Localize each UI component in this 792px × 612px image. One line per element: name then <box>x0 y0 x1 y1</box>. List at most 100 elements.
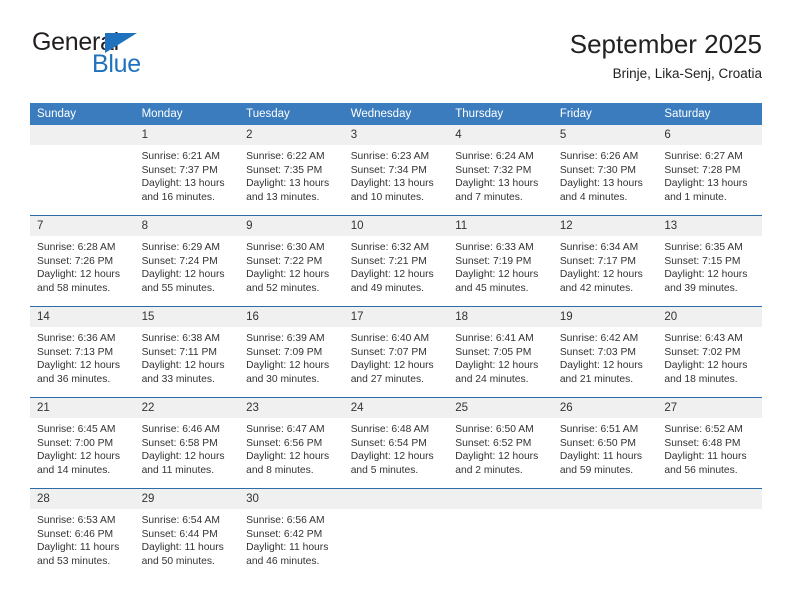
day-number: 12 <box>552 216 658 236</box>
daylight-text-line1: Daylight: 11 hours <box>559 451 643 463</box>
calendar-day-cell[interactable]: 3 Sunrise: 6:23 AM Sunset: 7:34 PM Daylight… <box>343 125 449 216</box>
daylight-text-line1: Daylight: 13 hours <box>141 178 225 190</box>
brand-logo[interactable]: General Blue <box>30 28 290 88</box>
weekday-header-monday: Monday <box>134 103 240 125</box>
sunrise-text: Sunrise: 6:33 AM <box>455 242 534 253</box>
day-number: 19 <box>552 307 658 327</box>
day-details: Sunrise: 6:52 AM Sunset: 6:48 PM Daylight:… <box>657 418 762 477</box>
weekday-header-tuesday: Tuesday <box>239 103 344 125</box>
sunrise-text: Sunrise: 6:21 AM <box>141 151 220 162</box>
calendar-day-cell[interactable]: 4 Sunrise: 6:24 AM Sunset: 7:32 PM Daylight… <box>448 125 553 216</box>
day-details: Sunrise: 6:42 AM Sunset: 7:03 PM Daylight:… <box>553 327 658 386</box>
day-details: Sunrise: 6:33 AM Sunset: 7:19 PM Daylight:… <box>448 236 553 295</box>
calendar-day-cell[interactable]: 25 Sunrise: 6:50 AM Sunset: 6:52 PM Dayligh… <box>448 397 553 489</box>
calendar-day-cell[interactable]: 18 Sunrise: 6:41 AM Sunset: 7:05 PM Dayligh… <box>448 306 553 398</box>
sunrise-text: Sunrise: 6:56 AM <box>246 515 325 526</box>
day-number: 21 <box>30 398 135 418</box>
calendar-day-cell[interactable]: 26 Sunrise: 6:51 AM Sunset: 6:50 PM Dayligh… <box>552 397 658 489</box>
daylight-text-line1: Daylight: 12 hours <box>350 269 434 281</box>
sunset-text: Sunset: 6:54 PM <box>350 437 427 449</box>
day-details: Sunrise: 6:34 AM Sunset: 7:17 PM Daylight:… <box>553 236 658 295</box>
calendar-day-cell[interactable]: 13 Sunrise: 6:35 AM Sunset: 7:15 PM Dayligh… <box>657 215 762 307</box>
day-number: 17 <box>343 307 449 327</box>
day-number <box>343 489 449 509</box>
daylight-text-line1: Daylight: 12 hours <box>141 451 225 463</box>
daylight-text-line1: Daylight: 12 hours <box>664 360 748 372</box>
calendar-day-cell[interactable]: 5 Sunrise: 6:26 AM Sunset: 7:30 PM Daylight… <box>552 125 658 216</box>
daylight-text-line1: Daylight: 12 hours <box>141 269 225 281</box>
sunset-text: Sunset: 7:17 PM <box>559 255 636 267</box>
sunrise-text: Sunrise: 6:51 AM <box>559 424 639 435</box>
daylight-text-line2: and 16 minutes. <box>141 191 215 203</box>
day-number: 3 <box>343 125 449 145</box>
daylight-text-line1: Daylight: 12 hours <box>37 269 120 281</box>
calendar-day-cell[interactable]: 20 Sunrise: 6:43 AM Sunset: 7:02 PM Dayligh… <box>657 306 762 398</box>
day-number: 24 <box>343 398 449 418</box>
calendar-day-cell[interactable]: 9 Sunrise: 6:30 AM Sunset: 7:22 PM Daylight… <box>239 215 344 307</box>
sunrise-text: Sunrise: 6:23 AM <box>350 151 430 162</box>
calendar-day-cell[interactable]: 14 Sunrise: 6:36 AM Sunset: 7:13 PM Dayligh… <box>30 306 135 398</box>
daylight-text-line1: Daylight: 12 hours <box>246 451 330 463</box>
day-number: 10 <box>343 216 449 236</box>
sunset-text: Sunset: 7:09 PM <box>246 346 323 358</box>
calendar-day-cell[interactable]: 27 Sunrise: 6:52 AM Sunset: 6:48 PM Dayligh… <box>657 397 762 489</box>
calendar-day-cell[interactable]: 24 Sunrise: 6:48 AM Sunset: 6:54 PM Dayligh… <box>343 397 449 489</box>
day-details: Sunrise: 6:28 AM Sunset: 7:26 PM Daylight:… <box>30 236 135 295</box>
calendar-day-cell[interactable]: 8 Sunrise: 6:29 AM Sunset: 7:24 PM Daylight… <box>134 215 240 307</box>
calendar-day-cell[interactable]: 22 Sunrise: 6:46 AM Sunset: 6:58 PM Dayligh… <box>134 397 240 489</box>
day-number: 27 <box>657 398 762 418</box>
sunrise-text: Sunrise: 6:41 AM <box>455 333 534 344</box>
calendar-day-cell-empty <box>448 488 553 579</box>
day-details: Sunrise: 6:43 AM Sunset: 7:02 PM Daylight:… <box>657 327 762 386</box>
calendar-day-cell[interactable]: 30 Sunrise: 6:56 AM Sunset: 6:42 PM Dayligh… <box>239 488 344 579</box>
sunrise-text: Sunrise: 6:50 AM <box>455 424 534 435</box>
day-number: 11 <box>448 216 553 236</box>
calendar-week-row: 28 Sunrise: 6:53 AM Sunset: 6:46 PM Dayligh… <box>30 488 762 579</box>
day-details: Sunrise: 6:47 AM Sunset: 6:56 PM Daylight:… <box>239 418 344 477</box>
calendar-day-cell[interactable]: 10 Sunrise: 6:32 AM Sunset: 7:21 PM Dayligh… <box>343 215 449 307</box>
calendar-day-cell[interactable]: 7 Sunrise: 6:28 AM Sunset: 7:26 PM Daylight… <box>30 215 135 307</box>
calendar-day-cell[interactable]: 6 Sunrise: 6:27 AM Sunset: 7:28 PM Daylight… <box>657 125 762 216</box>
daylight-text-line2: and 52 minutes. <box>246 282 320 294</box>
calendar-day-cell-empty <box>657 488 762 579</box>
daylight-text-line2: and 42 minutes. <box>559 282 634 294</box>
day-details: Sunrise: 6:21 AM Sunset: 7:37 PM Daylight:… <box>135 145 240 204</box>
sunrise-text: Sunrise: 6:54 AM <box>141 515 220 526</box>
calendar-day-cell[interactable]: 19 Sunrise: 6:42 AM Sunset: 7:03 PM Dayligh… <box>552 306 658 398</box>
day-details: Sunrise: 6:22 AM Sunset: 7:35 PM Daylight:… <box>239 145 344 204</box>
day-details: Sunrise: 6:53 AM Sunset: 6:46 PM Daylight:… <box>30 509 135 568</box>
calendar-day-cell[interactable]: 11 Sunrise: 6:33 AM Sunset: 7:19 PM Dayligh… <box>448 215 553 307</box>
daylight-text-line2: and 21 minutes. <box>559 373 634 385</box>
calendar-day-cell[interactable]: 15 Sunrise: 6:38 AM Sunset: 7:11 PM Dayligh… <box>134 306 240 398</box>
daylight-text-line2: and 55 minutes. <box>141 282 215 294</box>
weekday-header-wednesday: Wednesday <box>343 103 449 125</box>
calendar-day-cell[interactable]: 16 Sunrise: 6:39 AM Sunset: 7:09 PM Dayligh… <box>239 306 344 398</box>
calendar-day-cell[interactable]: 17 Sunrise: 6:40 AM Sunset: 7:07 PM Dayligh… <box>343 306 449 398</box>
sunset-text: Sunset: 7:13 PM <box>37 346 114 358</box>
day-number: 25 <box>448 398 553 418</box>
day-details: Sunrise: 6:46 AM Sunset: 6:58 PM Daylight:… <box>135 418 240 477</box>
weekday-header-sunday: Sunday <box>30 103 135 125</box>
calendar-day-cell[interactable]: 21 Sunrise: 6:45 AM Sunset: 7:00 PM Dayligh… <box>30 397 135 489</box>
day-details: Sunrise: 6:24 AM Sunset: 7:32 PM Daylight:… <box>448 145 553 204</box>
sunrise-text: Sunrise: 6:40 AM <box>350 333 430 344</box>
calendar-week-row: 14 Sunrise: 6:36 AM Sunset: 7:13 PM Dayligh… <box>30 306 762 398</box>
calendar-day-cell[interactable]: 28 Sunrise: 6:53 AM Sunset: 6:46 PM Dayligh… <box>30 488 135 579</box>
day-details: Sunrise: 6:48 AM Sunset: 6:54 PM Daylight:… <box>344 418 449 477</box>
calendar-day-cell-empty <box>30 125 135 216</box>
calendar-day-cell[interactable]: 23 Sunrise: 6:47 AM Sunset: 6:56 PM Dayligh… <box>239 397 344 489</box>
daylight-text-line1: Daylight: 13 hours <box>350 178 434 190</box>
day-details: Sunrise: 6:41 AM Sunset: 7:05 PM Daylight:… <box>448 327 553 386</box>
calendar-day-cell[interactable]: 12 Sunrise: 6:34 AM Sunset: 7:17 PM Dayligh… <box>552 215 658 307</box>
calendar-page: General Blue September 2025 Brinje, Lika… <box>0 0 792 612</box>
calendar-day-cell[interactable]: 1 Sunrise: 6:21 AM Sunset: 7:37 PM Daylight… <box>134 125 240 216</box>
day-number: 5 <box>552 125 658 145</box>
calendar-day-cell[interactable]: 2 Sunrise: 6:22 AM Sunset: 7:35 PM Daylight… <box>239 125 344 216</box>
calendar-day-cell[interactable]: 29 Sunrise: 6:54 AM Sunset: 6:44 PM Dayligh… <box>134 488 240 579</box>
daylight-text-line1: Daylight: 13 hours <box>559 178 643 190</box>
daylight-text-line1: Daylight: 13 hours <box>455 178 539 190</box>
daylight-text-line1: Daylight: 11 hours <box>141 542 224 554</box>
day-number: 9 <box>239 216 344 236</box>
daylight-text-line1: Daylight: 11 hours <box>246 542 329 554</box>
day-details: Sunrise: 6:30 AM Sunset: 7:22 PM Daylight:… <box>239 236 344 295</box>
